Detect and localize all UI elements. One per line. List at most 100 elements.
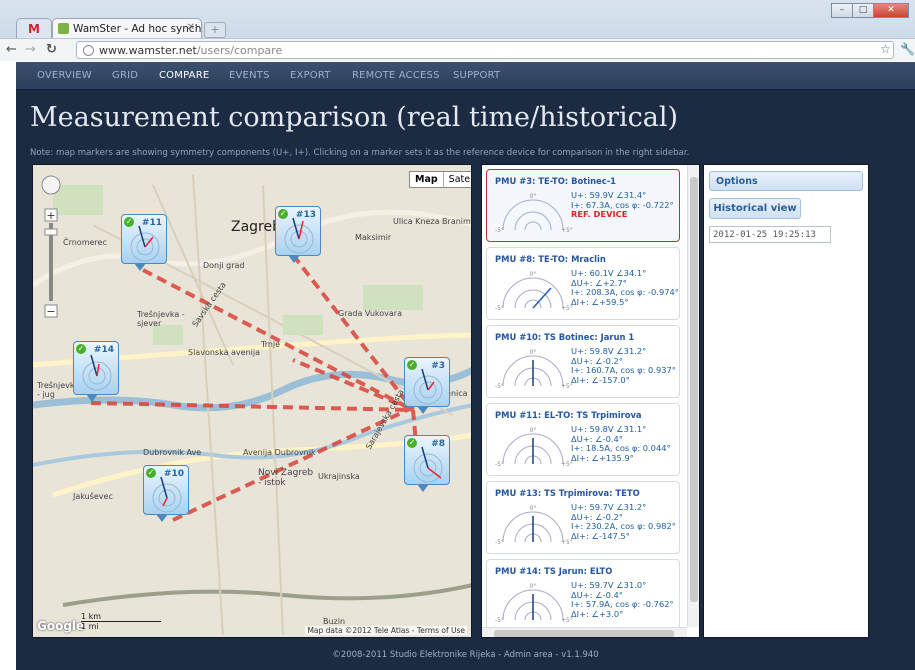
- close-tab-icon[interactable]: ✕: [187, 22, 195, 33]
- page-footer: ©2008-2011 Studio Elektronike Rijeka - A…: [332, 650, 599, 660]
- pmu-list-vertical-scrollbar[interactable]: [687, 165, 699, 627]
- pmu-delta-i: ΔI+: ∠+3.0°: [571, 608, 624, 619]
- pmu-list[interactable]: PMU #3: TE-TO: Botinec-1 U+: 59.9V ∠31.4…: [481, 164, 700, 638]
- map-label-donji-grad: Donji grad: [203, 261, 245, 270]
- phasor-0: 0°: [530, 583, 537, 590]
- pmu-list-horizontal-scrollbar[interactable]: [482, 627, 687, 637]
- phasor-minus: -5°: [495, 461, 504, 468]
- page-title: Measurement comparison (real time/histor…: [30, 102, 679, 133]
- phasor-plus: +5°: [561, 227, 573, 234]
- datetime-input[interactable]: 2012-01-25 19:25:13: [709, 226, 831, 243]
- menu-events[interactable]: EVENTS: [229, 70, 270, 81]
- page-body: OVERVIEW GRID COMPARE EVENTS EXPORT REMO…: [16, 62, 915, 670]
- address-bar[interactable]: www.wamster.net/users/compare: [76, 41, 894, 59]
- pmu-values: U+: 59.7V ∠31.0° ΔU+: ∠-0.4° I+: 57.9A, …: [571, 580, 674, 619]
- globe-icon: [83, 45, 94, 56]
- pmu-title: PMU #10: TS Botinec: Jarun 1: [495, 332, 635, 342]
- pmu-title: PMU #11: EL-TO: TS Trpimirova: [495, 410, 642, 420]
- map-label-slavonska: Slavonska avenija: [188, 348, 260, 357]
- map-label-tresnjevka-sjever: Trešnjevka - sjever: [137, 310, 185, 328]
- map-attribution[interactable]: Map data ©2012 Tele Atlas - Terms of Use: [305, 626, 467, 635]
- pmu-card-10[interactable]: PMU #10: TS Botinec: Jarun 1 U+: 59.8V ∠…: [486, 325, 680, 398]
- main-menu: OVERVIEW GRID COMPARE EVENTS EXPORT REMO…: [16, 62, 915, 90]
- scrollbar-thumb[interactable]: [494, 630, 674, 637]
- google-logo: Google: [37, 619, 85, 633]
- pmu-delta-i: ΔI+: ∠+59.5°: [571, 296, 629, 307]
- pmu-card-8[interactable]: PMU #8: TE-TO: Mraclin U+: 60.1V ∠34.1° …: [486, 247, 680, 320]
- pmu-delta-i: ΔI+: ∠-147.5°: [571, 530, 630, 541]
- map-type-map[interactable]: Map: [410, 172, 443, 187]
- new-tab-button[interactable]: +: [204, 22, 226, 38]
- phasor-diagram: 0° -5° +5°: [495, 583, 573, 624]
- phasor-plus: +5°: [561, 383, 573, 390]
- maximize-icon[interactable]: □: [852, 3, 874, 18]
- minimize-icon[interactable]: –: [831, 3, 853, 18]
- url-path: /users/compare: [196, 44, 283, 57]
- menu-support[interactable]: SUPPORT: [453, 70, 500, 81]
- scale-km: 1 km: [81, 612, 161, 622]
- map-marker-8[interactable]: ✓ #8: [404, 435, 450, 492]
- tab-title: WamSter - Ad hoc synchro: [73, 23, 202, 35]
- bookmark-star-icon[interactable]: ☆: [880, 42, 891, 56]
- menu-overview[interactable]: OVERVIEW: [37, 70, 92, 81]
- historical-view-button[interactable]: Historical view: [709, 198, 801, 219]
- pmu-card-13[interactable]: PMU #13: TS Trpimirova: TETO U+: 59.7V ∠…: [486, 481, 680, 554]
- gmail-tab[interactable]: M: [16, 18, 52, 40]
- phasor-diagram: 0° -5° +5°: [495, 505, 573, 546]
- pmu-values: U+: 59.8V ∠31.2° ΔU+: ∠-0.2° I+: 160.7A,…: [571, 346, 676, 385]
- menu-grid[interactable]: GRID: [112, 70, 138, 81]
- scale-mi: 1 mi: [81, 622, 99, 631]
- phasor-diagram: 0° -5° +5°: [495, 427, 573, 468]
- browser-toolbar: ← → ↻ www.wamster.net/users/compare ☆ 🔧: [0, 38, 915, 61]
- phasor-minus: -5°: [495, 539, 504, 546]
- svg-text:−: −: [46, 305, 55, 318]
- forward-arrow-icon[interactable]: →: [25, 42, 36, 57]
- pmu-values: U+: 59.9V ∠31.4° I+: 67.3A, cos φ: -0.72…: [571, 190, 674, 220]
- phasor-0: 0°: [530, 505, 537, 512]
- map-label-novi-zagreb: Novi Zagreb - istok: [258, 468, 314, 488]
- pmu-delta-i: ΔI+: ∠-157.0°: [571, 374, 630, 385]
- phasor-plus: +5°: [561, 461, 573, 468]
- pmu-card-14[interactable]: PMU #14: TS Jarun: ELTO U+: 59.7V ∠31.0°…: [486, 559, 680, 632]
- map-label-dubrovnik-ave: Dubrovnik Ave: [143, 448, 202, 457]
- pmu-delta-i: ΔI+: ∠+135.9°: [571, 452, 634, 463]
- phasor-0: 0°: [530, 193, 537, 200]
- phasor-diagram: 0° -5° +5°: [495, 349, 573, 390]
- map-marker-3[interactable]: ✓ #3: [404, 357, 450, 414]
- pmu-card-3[interactable]: PMU #3: TE-TO: Botinec-1 U+: 59.9V ∠31.4…: [486, 169, 680, 242]
- options-sidebar: Options Historical view 2012-01-25 19:25…: [703, 164, 869, 638]
- map-marker-10[interactable]: ✓ #10: [143, 465, 189, 522]
- menu-remote-access[interactable]: REMOTE ACCESS: [352, 70, 440, 81]
- wrench-icon[interactable]: 🔧: [900, 42, 915, 56]
- pmu-title: PMU #8: TE-TO: Mraclin: [495, 254, 606, 264]
- map-type-satellite[interactable]: Satellite: [442, 172, 471, 187]
- url-host: www.wamster.net: [99, 44, 197, 57]
- zoom-control: + −: [41, 173, 63, 327]
- browser-chrome: M WamSter - Ad hoc synchro ✕ + – □ ✕ ← →…: [0, 0, 915, 61]
- map-scale: 1 km 1 mi: [81, 612, 161, 631]
- pmu-title: PMU #3: TE-TO: Botinec-1: [495, 176, 616, 186]
- map-label-grada-vukovara: Grada Vukovara: [338, 309, 402, 318]
- map-marker-11[interactable]: ✓ #11: [121, 214, 167, 271]
- phasor-plus: +5°: [561, 617, 573, 624]
- map-marker-14[interactable]: ✓ #14: [73, 341, 119, 402]
- back-arrow-icon[interactable]: ←: [6, 42, 17, 57]
- menu-compare[interactable]: COMPARE: [159, 70, 209, 81]
- close-window-icon[interactable]: ✕: [873, 3, 909, 18]
- options-header[interactable]: Options: [709, 171, 863, 191]
- phasor-0: 0°: [530, 349, 537, 356]
- pmu-values: U+: 59.7V ∠31.2° ΔU+: ∠-0.2° I+: 230.2A,…: [571, 502, 676, 541]
- active-tab[interactable]: WamSter - Ad hoc synchro ✕: [52, 18, 202, 40]
- pmu-card-11[interactable]: PMU #11: EL-TO: TS Trpimirova U+: 59.8V …: [486, 403, 680, 476]
- map-label-tresnjevka-jug: Trešnjevka - jug: [37, 381, 80, 399]
- reload-icon[interactable]: ↻: [46, 42, 57, 57]
- menu-export[interactable]: EXPORT: [290, 70, 331, 81]
- phasor-diagram: 0° -5° +5°: [495, 193, 573, 234]
- map-marker-13[interactable]: ✓ #13: [275, 206, 321, 263]
- phasor-minus: -5°: [495, 227, 504, 234]
- page-note: Note: map markers are showing symmetry c…: [30, 148, 690, 158]
- phasor-0: 0°: [530, 427, 537, 434]
- map-view[interactable]: Map Satellite + − Zagreb Maksimir Črnome…: [32, 164, 472, 638]
- svg-text:+: +: [46, 209, 55, 222]
- scrollbar-thumb[interactable]: [690, 177, 698, 602]
